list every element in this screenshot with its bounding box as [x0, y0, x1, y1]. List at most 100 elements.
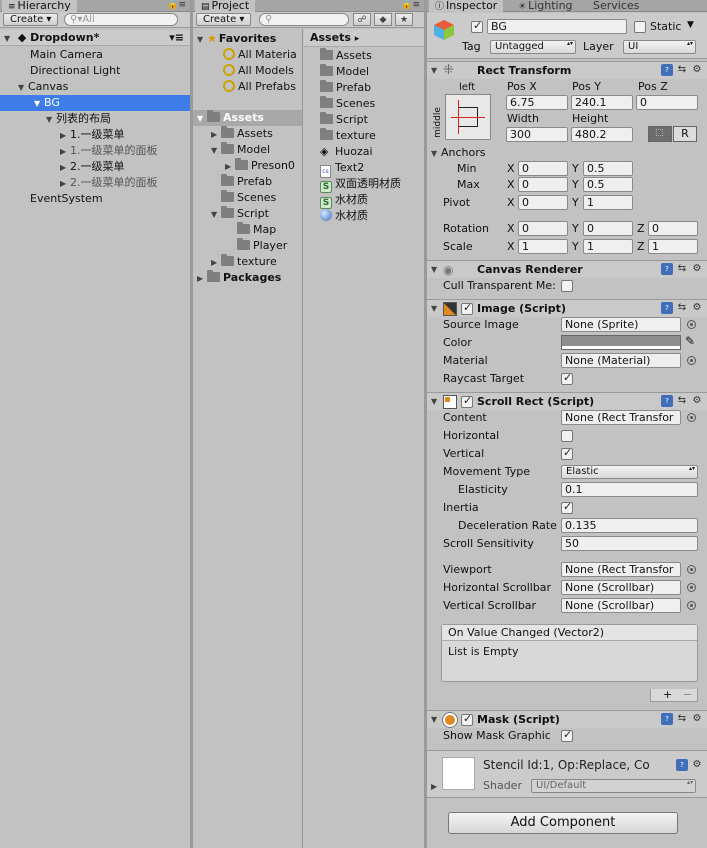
- favorite-all-prefabs[interactable]: All Prefabs: [193, 79, 302, 95]
- hierarchy-item-bg[interactable]: ▼ BG: [0, 95, 190, 111]
- static-checkbox[interactable]: [634, 21, 646, 33]
- gear-icon[interactable]: ⚙: [691, 713, 703, 725]
- project-lock-icon[interactable]: 🔒≡: [401, 0, 420, 11]
- tree-item-map[interactable]: Map: [193, 222, 302, 238]
- rect-transform-header[interactable]: ▼ ⁜ Rect Transform ? ⇆ ⚙: [427, 61, 707, 79]
- gear-icon[interactable]: ⚙: [691, 263, 703, 275]
- hierarchy-item-canvas[interactable]: ▼ Canvas: [0, 79, 190, 95]
- expand-arrow-icon[interactable]: ▼: [197, 32, 207, 48]
- tree-item-model[interactable]: ▼ Model: [193, 142, 302, 158]
- tab-services[interactable]: Services: [587, 0, 645, 12]
- rotation-x-input[interactable]: 0: [518, 221, 568, 236]
- anchor-presets-button[interactable]: [445, 94, 491, 140]
- expand-arrow-icon[interactable]: ▼: [197, 111, 207, 127]
- asset-folder-assets[interactable]: Assets: [304, 48, 424, 64]
- scroll-rect-enabled-checkbox[interactable]: [461, 394, 473, 408]
- expand-arrow-icon[interactable]: ▼: [46, 112, 56, 128]
- tab-project[interactable]: ▤ Project: [195, 0, 256, 12]
- help-book-icon[interactable]: ?: [661, 263, 673, 275]
- preset-icon[interactable]: ⇆: [676, 713, 688, 725]
- deceleration-rate-input[interactable]: 0.135: [561, 518, 698, 533]
- preset-icon[interactable]: ⇆: [676, 64, 688, 76]
- horizontal-scrollbar-field[interactable]: None (Scrollbar): [561, 580, 681, 595]
- tag-dropdown[interactable]: Untagged: [490, 40, 576, 54]
- add-event-button[interactable]: +: [663, 689, 672, 700]
- tree-assets-root[interactable]: ▼ Assets: [193, 110, 302, 126]
- asset-text2[interactable]: cs Text2: [304, 160, 424, 178]
- asset-shader-water[interactable]: S 水材质: [304, 192, 424, 209]
- asset-folder-model[interactable]: Model: [304, 64, 424, 80]
- hierarchy-item-list-layout[interactable]: ▼ 列表的布局: [0, 111, 190, 127]
- tree-item-assets[interactable]: ▶ Assets: [193, 126, 302, 142]
- object-picker-icon[interactable]: [687, 413, 696, 422]
- width-input[interactable]: 300: [506, 127, 568, 142]
- expand-arrow-icon[interactable]: ▼: [211, 207, 221, 223]
- collapse-arrow-icon[interactable]: ▶: [197, 271, 207, 287]
- hierarchy-item-menu-2-panel[interactable]: ▶ 2.一级菜单的面板: [0, 175, 190, 191]
- preset-icon[interactable]: ⇆: [676, 302, 688, 314]
- hierarchy-item-event-system[interactable]: EventSystem: [0, 191, 190, 207]
- active-checkbox[interactable]: [471, 19, 483, 33]
- scroll-sensitivity-input[interactable]: 50: [561, 536, 698, 551]
- asset-scene-huozai[interactable]: ◈ Huozai: [304, 144, 424, 160]
- blueprint-mode-button[interactable]: ⬚: [648, 126, 672, 142]
- remove-event-button[interactable]: −: [683, 689, 692, 700]
- gear-icon[interactable]: ⚙: [691, 302, 703, 314]
- vertical-checkbox[interactable]: [561, 446, 573, 460]
- collapse-arrow-icon[interactable]: ▶: [225, 159, 235, 175]
- color-swatch[interactable]: [561, 335, 681, 350]
- expand-arrow-icon[interactable]: ▼: [18, 80, 28, 96]
- canvas-renderer-header[interactable]: ▼ ◉ Canvas Renderer ? ⇆ ⚙: [427, 260, 707, 278]
- movement-type-dropdown[interactable]: Elastic: [561, 465, 698, 479]
- project-create-button[interactable]: Create ▾: [196, 13, 252, 26]
- raycast-target-checkbox[interactable]: [561, 371, 573, 385]
- expand-arrow-icon[interactable]: ▼: [431, 715, 441, 724]
- cull-transparent-checkbox[interactable]: [561, 280, 573, 292]
- collapse-arrow-icon[interactable]: ▶: [211, 255, 221, 271]
- help-book-icon[interactable]: ?: [676, 759, 688, 771]
- expand-arrow-icon[interactable]: ▼: [4, 31, 14, 47]
- scene-row[interactable]: ▼ ◆ Dropdown* ▾≡: [0, 30, 190, 46]
- object-picker-icon[interactable]: [687, 583, 696, 592]
- pos-z-input[interactable]: 0: [636, 95, 698, 110]
- tab-lighting[interactable]: ☀ Lighting: [512, 0, 579, 12]
- collapse-arrow-icon[interactable]: ▶: [60, 144, 70, 160]
- tree-item-preson[interactable]: ▶ Preson0: [193, 158, 302, 174]
- anchors-foldout[interactable]: ▼ Anchors: [431, 145, 486, 161]
- collapse-arrow-icon[interactable]: ▶: [60, 128, 70, 144]
- rotation-y-input[interactable]: 0: [583, 221, 633, 236]
- image-header[interactable]: ▼ Image (Script) ?⇆⚙: [427, 299, 707, 317]
- material-field[interactable]: None (Material): [561, 353, 681, 368]
- add-component-button[interactable]: Add Component: [448, 812, 678, 834]
- expand-arrow-icon[interactable]: ▼: [211, 143, 221, 159]
- height-input[interactable]: 480.2: [571, 127, 633, 142]
- layer-dropdown[interactable]: UI: [623, 40, 696, 54]
- image-enabled-checkbox[interactable]: [461, 301, 473, 315]
- source-image-field[interactable]: None (Sprite): [561, 317, 681, 332]
- scroll-rect-header[interactable]: ▼ Scroll Rect (Script) ?⇆⚙: [427, 392, 707, 410]
- shader-dropdown[interactable]: UI/Default: [531, 779, 696, 793]
- scale-y-input[interactable]: 1: [583, 239, 633, 254]
- expand-arrow-icon[interactable]: ▼: [431, 66, 441, 75]
- scale-x-input[interactable]: 1: [518, 239, 568, 254]
- hierarchy-search-input[interactable]: ⚲▾All: [64, 13, 178, 26]
- tree-item-texture[interactable]: ▶ texture: [193, 254, 302, 270]
- anchor-max-x-input[interactable]: 0: [518, 177, 568, 192]
- tree-item-player[interactable]: Player: [193, 238, 302, 254]
- gear-icon[interactable]: ⚙: [691, 64, 703, 76]
- favorites-header[interactable]: ▼ ★ Favorites: [193, 31, 302, 47]
- object-name-input[interactable]: BG: [487, 19, 627, 34]
- tree-item-prefab[interactable]: Prefab: [193, 174, 302, 190]
- gear-icon[interactable]: ⚙: [691, 395, 703, 407]
- anchor-max-y-input[interactable]: 0.5: [583, 177, 633, 192]
- object-picker-icon[interactable]: [687, 601, 696, 610]
- tab-hierarchy[interactable]: ≡ Hierarchy: [2, 0, 77, 12]
- help-book-icon[interactable]: ?: [661, 713, 673, 725]
- pivot-y-input[interactable]: 1: [583, 195, 633, 210]
- asset-material-water[interactable]: 水材质: [304, 208, 424, 224]
- collapse-arrow-icon[interactable]: ▶: [211, 127, 221, 143]
- raw-edit-button[interactable]: R: [673, 126, 697, 142]
- breadcrumb[interactable]: Assets ▸: [304, 29, 424, 47]
- hierarchy-item-menu-2[interactable]: ▶ 2.一级菜单: [0, 159, 190, 175]
- help-book-icon[interactable]: ?: [661, 302, 673, 314]
